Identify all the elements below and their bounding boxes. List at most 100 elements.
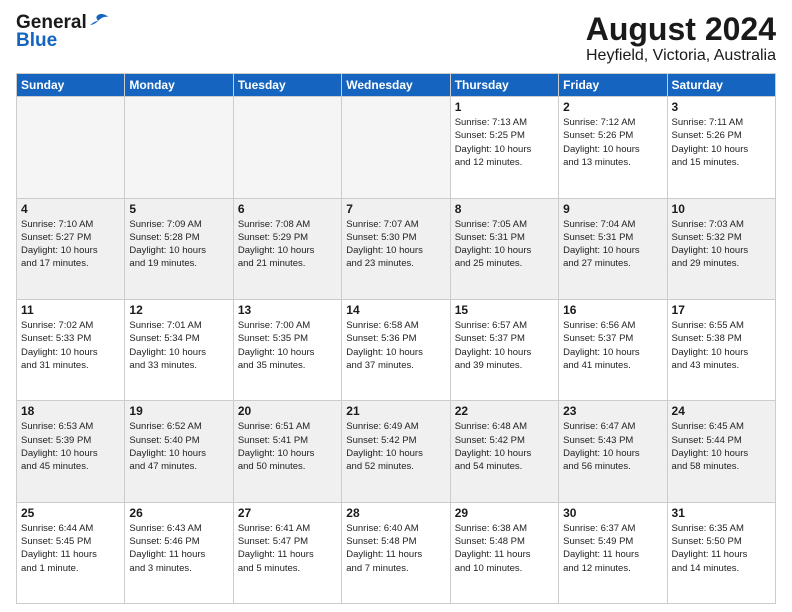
table-row: 9 Sunrise: 7:04 AM Sunset: 5:31 PM Daylig…	[559, 198, 667, 299]
day-info: Sunrise: 6:47 AM Sunset: 5:43 PM Dayligh…	[563, 420, 662, 473]
col-tuesday: Tuesday	[233, 74, 341, 97]
table-row: 15 Sunrise: 6:57 AM Sunset: 5:37 PM Dayli…	[450, 299, 558, 400]
table-row: 5 Sunrise: 7:09 AM Sunset: 5:28 PM Daylig…	[125, 198, 233, 299]
table-row: 17 Sunrise: 6:55 AM Sunset: 5:38 PM Dayli…	[667, 299, 775, 400]
day-number: 27	[238, 506, 337, 520]
day-number: 8	[455, 202, 554, 216]
day-number: 18	[21, 404, 120, 418]
table-row: 25 Sunrise: 6:44 AM Sunset: 5:45 PM Dayli…	[17, 502, 125, 603]
table-row: 16 Sunrise: 6:56 AM Sunset: 5:37 PM Dayli…	[559, 299, 667, 400]
day-number: 4	[21, 202, 120, 216]
day-info: Sunrise: 6:35 AM Sunset: 5:50 PM Dayligh…	[672, 522, 771, 575]
day-info: Sunrise: 6:56 AM Sunset: 5:37 PM Dayligh…	[563, 319, 662, 372]
day-number: 16	[563, 303, 662, 317]
col-wednesday: Wednesday	[342, 74, 450, 97]
day-info: Sunrise: 7:00 AM Sunset: 5:35 PM Dayligh…	[238, 319, 337, 372]
calendar-week-row: 25 Sunrise: 6:44 AM Sunset: 5:45 PM Dayli…	[17, 502, 776, 603]
table-row: 31 Sunrise: 6:35 AM Sunset: 5:50 PM Dayli…	[667, 502, 775, 603]
calendar-week-row: 1 Sunrise: 7:13 AM Sunset: 5:25 PM Daylig…	[17, 97, 776, 198]
col-saturday: Saturday	[667, 74, 775, 97]
col-thursday: Thursday	[450, 74, 558, 97]
table-row: 14 Sunrise: 6:58 AM Sunset: 5:36 PM Dayli…	[342, 299, 450, 400]
day-number: 24	[672, 404, 771, 418]
table-row: 30 Sunrise: 6:37 AM Sunset: 5:49 PM Dayli…	[559, 502, 667, 603]
day-info: Sunrise: 7:09 AM Sunset: 5:28 PM Dayligh…	[129, 218, 228, 271]
table-row: 26Sunrise: 6:43 AM Sunset: 5:46 PM Dayli…	[125, 502, 233, 603]
day-info: Sunrise: 7:01 AM Sunset: 5:34 PM Dayligh…	[129, 319, 228, 372]
table-row: 1 Sunrise: 7:13 AM Sunset: 5:25 PM Daylig…	[450, 97, 558, 198]
table-row: 6Sunrise: 7:08 AM Sunset: 5:29 PM Daylig…	[233, 198, 341, 299]
day-info: Sunrise: 6:43 AM Sunset: 5:46 PM Dayligh…	[129, 522, 228, 575]
day-info: Sunrise: 6:51 AM Sunset: 5:41 PM Dayligh…	[238, 420, 337, 473]
table-row: 23 Sunrise: 6:47 AM Sunset: 5:43 PM Dayli…	[559, 401, 667, 502]
day-info: Sunrise: 6:57 AM Sunset: 5:37 PM Dayligh…	[455, 319, 554, 372]
table-row: 29Sunrise: 6:38 AM Sunset: 5:48 PM Dayli…	[450, 502, 558, 603]
day-info: Sunrise: 7:10 AM Sunset: 5:27 PM Dayligh…	[21, 218, 120, 271]
day-info: Sunrise: 7:03 AM Sunset: 5:32 PM Dayligh…	[672, 218, 771, 271]
day-number: 25	[21, 506, 120, 520]
day-number: 3	[672, 100, 771, 114]
day-number: 13	[238, 303, 337, 317]
day-number: 20	[238, 404, 337, 418]
day-number: 17	[672, 303, 771, 317]
table-row: 13 Sunrise: 7:00 AM Sunset: 5:35 PM Dayli…	[233, 299, 341, 400]
table-row: 3 Sunrise: 7:11 AM Sunset: 5:26 PM Daylig…	[667, 97, 775, 198]
logo: General Blue	[16, 12, 108, 52]
table-row	[233, 97, 341, 198]
table-row: 2Sunrise: 7:12 AM Sunset: 5:26 PM Daylig…	[559, 97, 667, 198]
table-row: 10Sunrise: 7:03 AM Sunset: 5:32 PM Dayli…	[667, 198, 775, 299]
day-number: 11	[21, 303, 120, 317]
table-row: 20 Sunrise: 6:51 AM Sunset: 5:41 PM Dayli…	[233, 401, 341, 502]
col-sunday: Sunday	[17, 74, 125, 97]
logo-bird-icon	[88, 13, 108, 29]
day-number: 31	[672, 506, 771, 520]
day-info: Sunrise: 6:53 AM Sunset: 5:39 PM Dayligh…	[21, 420, 120, 473]
calendar: Sunday Monday Tuesday Wednesday Thursday…	[16, 73, 776, 604]
calendar-week-row: 11 Sunrise: 7:02 AM Sunset: 5:33 PM Dayli…	[17, 299, 776, 400]
day-info: Sunrise: 7:05 AM Sunset: 5:31 PM Dayligh…	[455, 218, 554, 271]
table-row: 11 Sunrise: 7:02 AM Sunset: 5:33 PM Dayli…	[17, 299, 125, 400]
day-number: 28	[346, 506, 445, 520]
day-info: Sunrise: 6:49 AM Sunset: 5:42 PM Dayligh…	[346, 420, 445, 473]
day-number: 23	[563, 404, 662, 418]
title-block: August 2024 Heyfield, Victoria, Australi…	[586, 12, 776, 65]
day-number: 9	[563, 202, 662, 216]
table-row: 22 Sunrise: 6:48 AM Sunset: 5:42 PM Dayli…	[450, 401, 558, 502]
table-row: 19 Sunrise: 6:52 AM Sunset: 5:40 PM Dayli…	[125, 401, 233, 502]
day-info: Sunrise: 7:11 AM Sunset: 5:26 PM Dayligh…	[672, 116, 771, 169]
day-number: 1	[455, 100, 554, 114]
day-number: 12	[129, 303, 228, 317]
table-row: 8 Sunrise: 7:05 AM Sunset: 5:31 PM Daylig…	[450, 198, 558, 299]
table-row	[17, 97, 125, 198]
day-info: Sunrise: 7:13 AM Sunset: 5:25 PM Dayligh…	[455, 116, 554, 169]
day-info: Sunrise: 6:44 AM Sunset: 5:45 PM Dayligh…	[21, 522, 120, 575]
day-info: Sunrise: 6:48 AM Sunset: 5:42 PM Dayligh…	[455, 420, 554, 473]
day-number: 5	[129, 202, 228, 216]
table-row	[125, 97, 233, 198]
day-number: 19	[129, 404, 228, 418]
day-info: Sunrise: 6:55 AM Sunset: 5:38 PM Dayligh…	[672, 319, 771, 372]
day-info: Sunrise: 6:41 AM Sunset: 5:47 PM Dayligh…	[238, 522, 337, 575]
page-title: August 2024	[586, 12, 776, 47]
calendar-week-row: 18 Sunrise: 6:53 AM Sunset: 5:39 PM Dayli…	[17, 401, 776, 502]
day-number: 14	[346, 303, 445, 317]
table-row: 28 Sunrise: 6:40 AM Sunset: 5:48 PM Dayli…	[342, 502, 450, 603]
table-row: 24Sunrise: 6:45 AM Sunset: 5:44 PM Dayli…	[667, 401, 775, 502]
day-number: 30	[563, 506, 662, 520]
day-info: Sunrise: 6:58 AM Sunset: 5:36 PM Dayligh…	[346, 319, 445, 372]
day-info: Sunrise: 7:02 AM Sunset: 5:33 PM Dayligh…	[21, 319, 120, 372]
page-subtitle: Heyfield, Victoria, Australia	[586, 47, 776, 65]
table-row: 7 Sunrise: 7:07 AM Sunset: 5:30 PM Daylig…	[342, 198, 450, 299]
day-info: Sunrise: 6:52 AM Sunset: 5:40 PM Dayligh…	[129, 420, 228, 473]
table-row: 27 Sunrise: 6:41 AM Sunset: 5:47 PM Dayli…	[233, 502, 341, 603]
day-number: 15	[455, 303, 554, 317]
day-number: 22	[455, 404, 554, 418]
day-info: Sunrise: 6:40 AM Sunset: 5:48 PM Dayligh…	[346, 522, 445, 575]
day-info: Sunrise: 6:37 AM Sunset: 5:49 PM Dayligh…	[563, 522, 662, 575]
day-info: Sunrise: 7:04 AM Sunset: 5:31 PM Dayligh…	[563, 218, 662, 271]
page: General Blue August 2024 Heyfield, Victo…	[0, 0, 792, 612]
day-info: Sunrise: 7:07 AM Sunset: 5:30 PM Dayligh…	[346, 218, 445, 271]
day-number: 7	[346, 202, 445, 216]
table-row: 4 Sunrise: 7:10 AM Sunset: 5:27 PM Daylig…	[17, 198, 125, 299]
table-row: 21Sunrise: 6:49 AM Sunset: 5:42 PM Dayli…	[342, 401, 450, 502]
